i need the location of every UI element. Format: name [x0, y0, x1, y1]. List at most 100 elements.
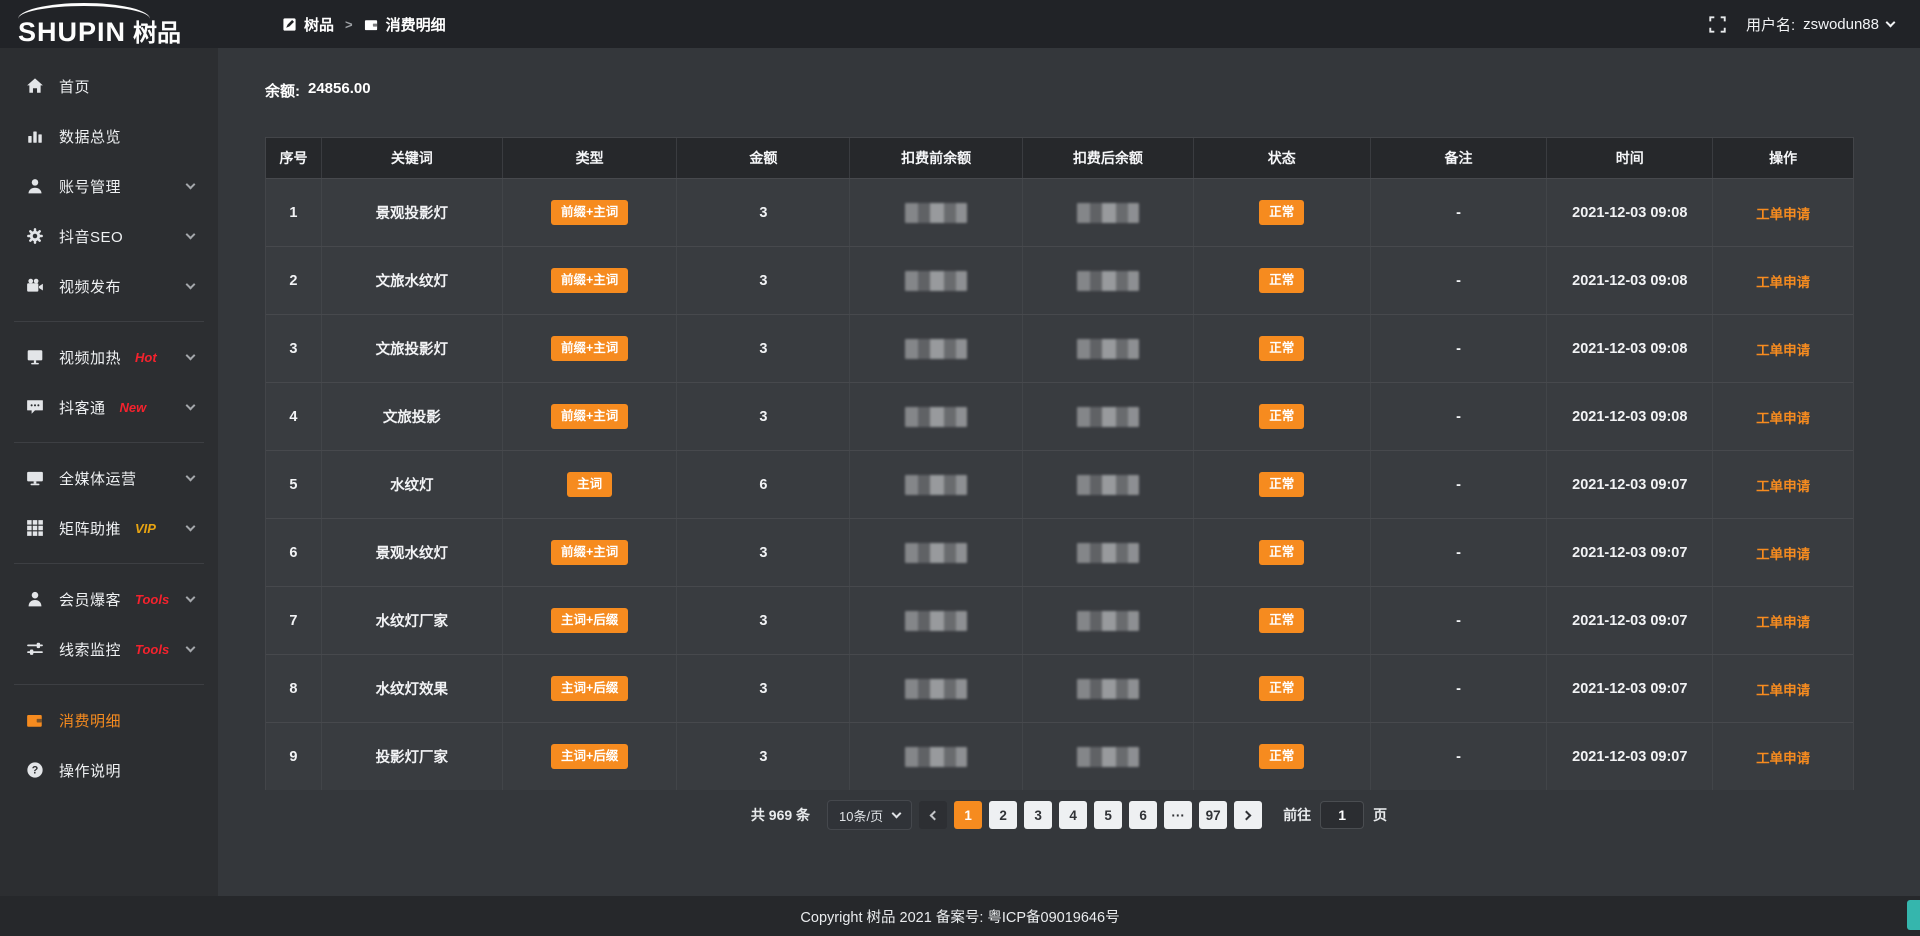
- sidebar-item-video-heat[interactable]: 视频加热 Hot: [0, 332, 218, 382]
- chevron-down-icon: [186, 472, 196, 482]
- col-header: 类型: [503, 138, 678, 178]
- chevron-down-icon: [186, 593, 196, 603]
- sidebar-item-matrix-boost[interactable]: 矩阵助推 VIP: [0, 503, 218, 553]
- sidebar-item-home[interactable]: 首页: [0, 61, 218, 111]
- time-cell: 2021-12-03 09:07: [1547, 723, 1713, 790]
- home-icon: [26, 77, 44, 95]
- page-button-5[interactable]: 5: [1094, 801, 1122, 829]
- new-tag: New: [120, 400, 147, 415]
- type-badge: 前缀+主词: [551, 268, 628, 294]
- chat-widget-sliver[interactable]: [1907, 900, 1920, 930]
- pagination: 共 969 条 10条/页 1 2 3 4 5 6 ··· 97 前往 页: [218, 800, 1920, 830]
- vip-tag: VIP: [135, 521, 156, 536]
- col-header: 时间: [1547, 138, 1713, 178]
- table-row: 6 景观水纹灯 前缀+主词 3 正常 - 2021-12-03 09:07 工单…: [266, 518, 1853, 586]
- row-index: 3: [266, 315, 322, 382]
- copyright-text: Copyright 树品 2021 备案号: 粤ICP备09019646号: [800, 906, 1119, 927]
- type-badge: 前缀+主词: [551, 540, 628, 566]
- amount-cell: 3: [677, 587, 850, 654]
- work-order-link[interactable]: 工单申请: [1756, 679, 1810, 699]
- goto-page-input[interactable]: [1320, 801, 1364, 829]
- balance-before-blurred: [905, 747, 967, 767]
- time-cell: 2021-12-03 09:08: [1547, 179, 1713, 246]
- work-order-link[interactable]: 工单申请: [1756, 543, 1810, 563]
- amount-cell: 3: [677, 179, 850, 246]
- row-index: 7: [266, 587, 322, 654]
- remark-cell: -: [1371, 451, 1548, 518]
- row-index: 8: [266, 655, 322, 722]
- keyword-cell: 水纹灯厂家: [322, 587, 503, 654]
- status-badge: 正常: [1259, 404, 1304, 430]
- next-page-button[interactable]: [1234, 801, 1262, 829]
- person-icon: [26, 590, 44, 608]
- fullscreen-icon[interactable]: [1709, 16, 1726, 33]
- work-order-link[interactable]: 工单申请: [1756, 747, 1810, 767]
- balance-before-blurred: [905, 339, 967, 359]
- work-order-link[interactable]: 工单申请: [1756, 203, 1810, 223]
- status-badge: 正常: [1259, 200, 1304, 226]
- remark-cell: -: [1371, 519, 1548, 586]
- sidebar-item-data-overview[interactable]: 数据总览: [0, 111, 218, 161]
- status-badge: 正常: [1259, 268, 1304, 294]
- balance-after-blurred: [1077, 339, 1139, 359]
- work-order-link[interactable]: 工单申请: [1756, 407, 1810, 427]
- type-badge: 主词+后缀: [551, 676, 628, 702]
- sidebar-item-clue-monitor[interactable]: 线索监控 Tools: [0, 624, 218, 674]
- table-row: 1 景观投影灯 前缀+主词 3 正常 - 2021-12-03 09:08 工单…: [266, 178, 1853, 246]
- tools-tag: Tools: [135, 592, 169, 607]
- amount-cell: 3: [677, 247, 850, 314]
- amount-cell: 3: [677, 383, 850, 450]
- sidebar-item-member-baoke[interactable]: 会员爆客 Tools: [0, 574, 218, 624]
- sidebar-item-omnimedia[interactable]: 全媒体运营: [0, 453, 218, 503]
- monitor-icon: [26, 469, 44, 487]
- page-button-6[interactable]: 6: [1129, 801, 1157, 829]
- breadcrumb-current[interactable]: 消费明细: [364, 14, 446, 35]
- sidebar-item-consumption-detail[interactable]: 消费明细: [0, 695, 218, 745]
- remark-cell: -: [1371, 723, 1548, 790]
- sidebar-item-instructions[interactable]: ? 操作说明: [0, 745, 218, 795]
- chevron-left-icon: [930, 810, 940, 820]
- page-button-2[interactable]: 2: [989, 801, 1017, 829]
- sliders-icon: [26, 640, 44, 658]
- work-order-link[interactable]: 工单申请: [1756, 271, 1810, 291]
- goto-unit: 页: [1373, 805, 1387, 825]
- type-badge: 主词+后缀: [551, 744, 628, 770]
- time-cell: 2021-12-03 09:07: [1547, 655, 1713, 722]
- chat-bubble-icon: [26, 398, 44, 416]
- sidebar-item-video-publish[interactable]: 视频发布: [0, 261, 218, 311]
- page-button-4[interactable]: 4: [1059, 801, 1087, 829]
- amount-cell: 6: [677, 451, 850, 518]
- work-order-link[interactable]: 工单申请: [1756, 475, 1810, 495]
- prev-page-button[interactable]: [919, 801, 947, 829]
- balance-after-blurred: [1077, 543, 1139, 563]
- page-size-select[interactable]: 10条/页: [827, 800, 912, 830]
- sidebar-item-douketong[interactable]: 抖客通 New: [0, 382, 218, 432]
- row-index: 9: [266, 723, 322, 790]
- sidebar-item-douyin-seo[interactable]: 抖音SEO: [0, 211, 218, 261]
- breadcrumb-root[interactable]: 树品: [282, 14, 334, 35]
- sidebar-divider: [14, 684, 204, 685]
- topbar: SHUPIN 树品 树品 > 消费明细 用户名: zswodun88: [0, 0, 1920, 48]
- sidebar-item-account-mgmt[interactable]: 账号管理: [0, 161, 218, 211]
- table-row: 2 文旅水纹灯 前缀+主词 3 正常 - 2021-12-03 09:08 工单…: [266, 246, 1853, 314]
- page-button-97[interactable]: 97: [1199, 801, 1227, 829]
- remark-cell: -: [1371, 179, 1548, 246]
- status-badge: 正常: [1259, 608, 1304, 634]
- more-pages-button[interactable]: ···: [1164, 801, 1192, 829]
- table-row: 8 水纹灯效果 主词+后缀 3 正常 - 2021-12-03 09:07 工单…: [266, 654, 1853, 722]
- page-button-3[interactable]: 3: [1024, 801, 1052, 829]
- svg-text:?: ?: [32, 765, 39, 777]
- work-order-link[interactable]: 工单申请: [1756, 611, 1810, 631]
- brand-logo[interactable]: SHUPIN 树品: [0, 0, 218, 48]
- work-order-link[interactable]: 工单申请: [1756, 339, 1810, 359]
- keyword-cell: 文旅投影灯: [322, 315, 503, 382]
- chevron-down-icon: [186, 351, 196, 361]
- balance-after-blurred: [1077, 611, 1139, 631]
- bar-chart-icon: [26, 127, 44, 145]
- col-header: 操作: [1713, 138, 1853, 178]
- chevron-down-icon: [186, 522, 196, 532]
- page-button-1[interactable]: 1: [954, 801, 982, 829]
- type-badge: 前缀+主词: [551, 200, 628, 226]
- wallet-icon: [26, 711, 44, 729]
- user-menu[interactable]: 用户名: zswodun88: [1746, 14, 1894, 35]
